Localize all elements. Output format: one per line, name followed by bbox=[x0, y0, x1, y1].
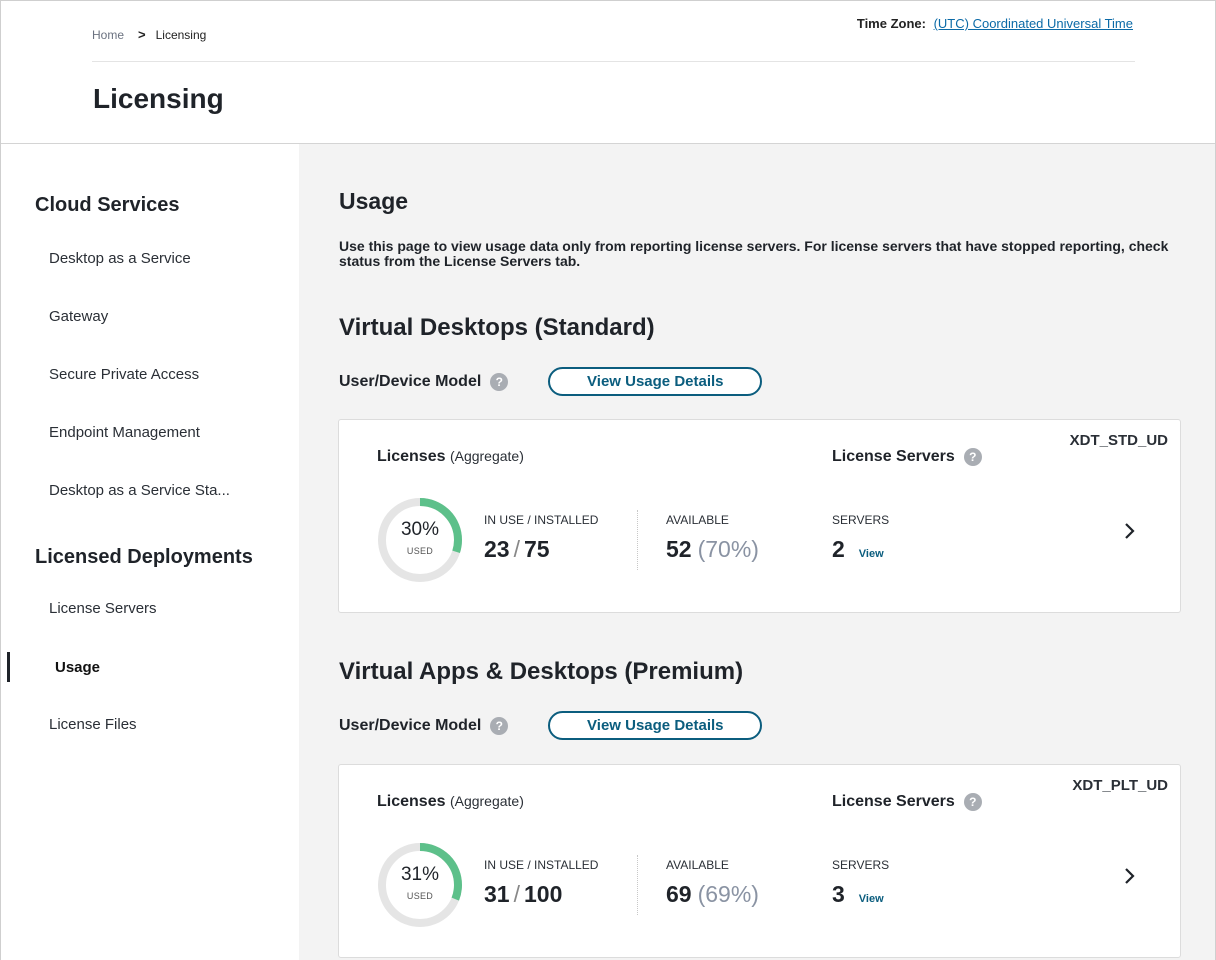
column-divider bbox=[637, 510, 638, 570]
view-usage-details-button[interactable]: View Usage Details bbox=[548, 367, 763, 396]
licenses-title-text: Licenses bbox=[377, 448, 446, 465]
servers-label: SERVERS bbox=[832, 513, 890, 527]
installed-count: 100 bbox=[523, 881, 563, 907]
column-divider bbox=[637, 855, 638, 915]
license-card[interactable]: XDT_STD_UD Licenses (Aggregate) License … bbox=[338, 419, 1181, 613]
sidebar-item-desktop-as-a-service-standard[interactable]: Desktop as a Service Sta... bbox=[49, 482, 230, 499]
value-separator: / bbox=[513, 881, 520, 907]
available-percentage: (69%) bbox=[697, 881, 759, 907]
timezone-display: Time Zone: (UTC) Coordinated Universal T… bbox=[857, 16, 1133, 31]
used-percentage: 31% bbox=[400, 864, 440, 885]
header-divider bbox=[92, 61, 1135, 62]
help-icon[interactable]: ? bbox=[963, 448, 982, 466]
sidebar-group-cloud-services: Cloud Services bbox=[35, 194, 180, 216]
usage-heading: Usage bbox=[339, 188, 409, 214]
servers-count: 2 bbox=[832, 536, 845, 562]
view-usage-details-button[interactable]: View Usage Details bbox=[548, 711, 763, 740]
available-label: AVAILABLE bbox=[666, 513, 729, 527]
used-percentage: 30% bbox=[400, 519, 440, 540]
license-code: XDT_PLT_UD bbox=[1072, 777, 1168, 794]
usage-description: Use this page to view usage data only fr… bbox=[339, 238, 1169, 269]
licenses-subtitle: (Aggregate) bbox=[449, 448, 524, 464]
license-servers-title-text: License Servers bbox=[832, 793, 955, 810]
sidebar-item-license-servers[interactable]: License Servers bbox=[49, 600, 157, 617]
servers-value: 3 View bbox=[832, 881, 884, 908]
in-use-installed-label: IN USE / INSTALLED bbox=[484, 513, 599, 527]
chevron-right-icon[interactable] bbox=[1120, 516, 1140, 546]
sidebar-item-usage[interactable]: Usage bbox=[55, 659, 100, 676]
available-value: 52 (70%) bbox=[666, 536, 759, 563]
breadcrumb: Home > Licensing bbox=[92, 27, 206, 42]
license-code: XDT_STD_UD bbox=[1069, 432, 1168, 449]
used-label: USED bbox=[406, 546, 434, 556]
in-use-count: 23 bbox=[484, 536, 510, 562]
sidebar-item-license-files[interactable]: License Files bbox=[49, 716, 137, 733]
value-separator: / bbox=[513, 536, 520, 562]
licenses-title-text: Licenses bbox=[377, 793, 446, 810]
help-icon[interactable]: ? bbox=[963, 793, 982, 811]
servers-label: SERVERS bbox=[832, 858, 890, 872]
servers-value: 2 View bbox=[832, 536, 884, 563]
view-servers-link[interactable]: View bbox=[859, 893, 884, 905]
model-label: User/Device Model bbox=[339, 716, 482, 734]
available-label: AVAILABLE bbox=[666, 858, 729, 872]
model-label: User/Device Model bbox=[339, 372, 482, 390]
available-value: 69 (69%) bbox=[666, 881, 759, 908]
license-servers-title: License Servers ? bbox=[832, 793, 982, 811]
in-use-count: 31 bbox=[484, 881, 510, 907]
sidebar-active-indicator bbox=[7, 652, 10, 682]
chevron-right-icon: > bbox=[138, 27, 146, 42]
sidebar-item-secure-private-access[interactable]: Secure Private Access bbox=[49, 366, 199, 383]
licenses-title: Licenses (Aggregate) bbox=[377, 448, 524, 466]
page-header: Home > Licensing Time Zone: (UTC) Coordi… bbox=[1, 1, 1215, 144]
sidebar-item-gateway[interactable]: Gateway bbox=[49, 308, 108, 325]
used-label: USED bbox=[406, 891, 434, 901]
licenses-title: Licenses (Aggregate) bbox=[377, 793, 524, 811]
help-icon[interactable]: ? bbox=[490, 716, 509, 735]
available-count: 69 bbox=[666, 881, 692, 907]
section-title-virtual-apps-desktops-premium: Virtual Apps & Desktops (Premium) bbox=[339, 658, 744, 685]
sidebar-group-licensed-deployments: Licensed Deployments bbox=[35, 546, 253, 568]
license-servers-title: License Servers ? bbox=[832, 448, 982, 466]
license-servers-title-text: License Servers bbox=[832, 448, 955, 465]
in-use-installed-value: 31/100 bbox=[484, 881, 562, 908]
timezone-link[interactable]: (UTC) Coordinated Universal Time bbox=[934, 16, 1133, 31]
page-title: Licensing bbox=[93, 83, 224, 114]
breadcrumb-home-link[interactable]: Home bbox=[92, 28, 124, 42]
help-icon[interactable]: ? bbox=[490, 372, 509, 391]
available-count: 52 bbox=[666, 536, 692, 562]
in-use-installed-value: 23/75 bbox=[484, 536, 550, 563]
installed-count: 75 bbox=[523, 536, 550, 562]
sidebar: Cloud Services Desktop as a Service Gate… bbox=[1, 144, 299, 960]
chevron-right-icon[interactable] bbox=[1120, 861, 1140, 891]
section-title-virtual-desktops-standard: Virtual Desktops (Standard) bbox=[339, 314, 655, 341]
sidebar-item-endpoint-management[interactable]: Endpoint Management bbox=[49, 424, 200, 441]
license-card[interactable]: XDT_PLT_UD Licenses (Aggregate) License … bbox=[338, 764, 1181, 958]
timezone-label: Time Zone: bbox=[856, 16, 926, 31]
available-percentage: (70%) bbox=[697, 536, 759, 562]
model-row: User/Device Model ? View Usage Details bbox=[339, 711, 763, 740]
main-content: Usage Use this page to view usage data o… bbox=[299, 144, 1215, 960]
in-use-installed-label: IN USE / INSTALLED bbox=[484, 858, 599, 872]
servers-count: 3 bbox=[832, 881, 845, 907]
view-servers-link[interactable]: View bbox=[859, 548, 884, 560]
model-row: User/Device Model ? View Usage Details bbox=[339, 367, 763, 396]
sidebar-item-desktop-as-a-service[interactable]: Desktop as a Service bbox=[49, 250, 191, 267]
licenses-subtitle: (Aggregate) bbox=[449, 793, 524, 809]
breadcrumb-current: Licensing bbox=[155, 27, 207, 42]
